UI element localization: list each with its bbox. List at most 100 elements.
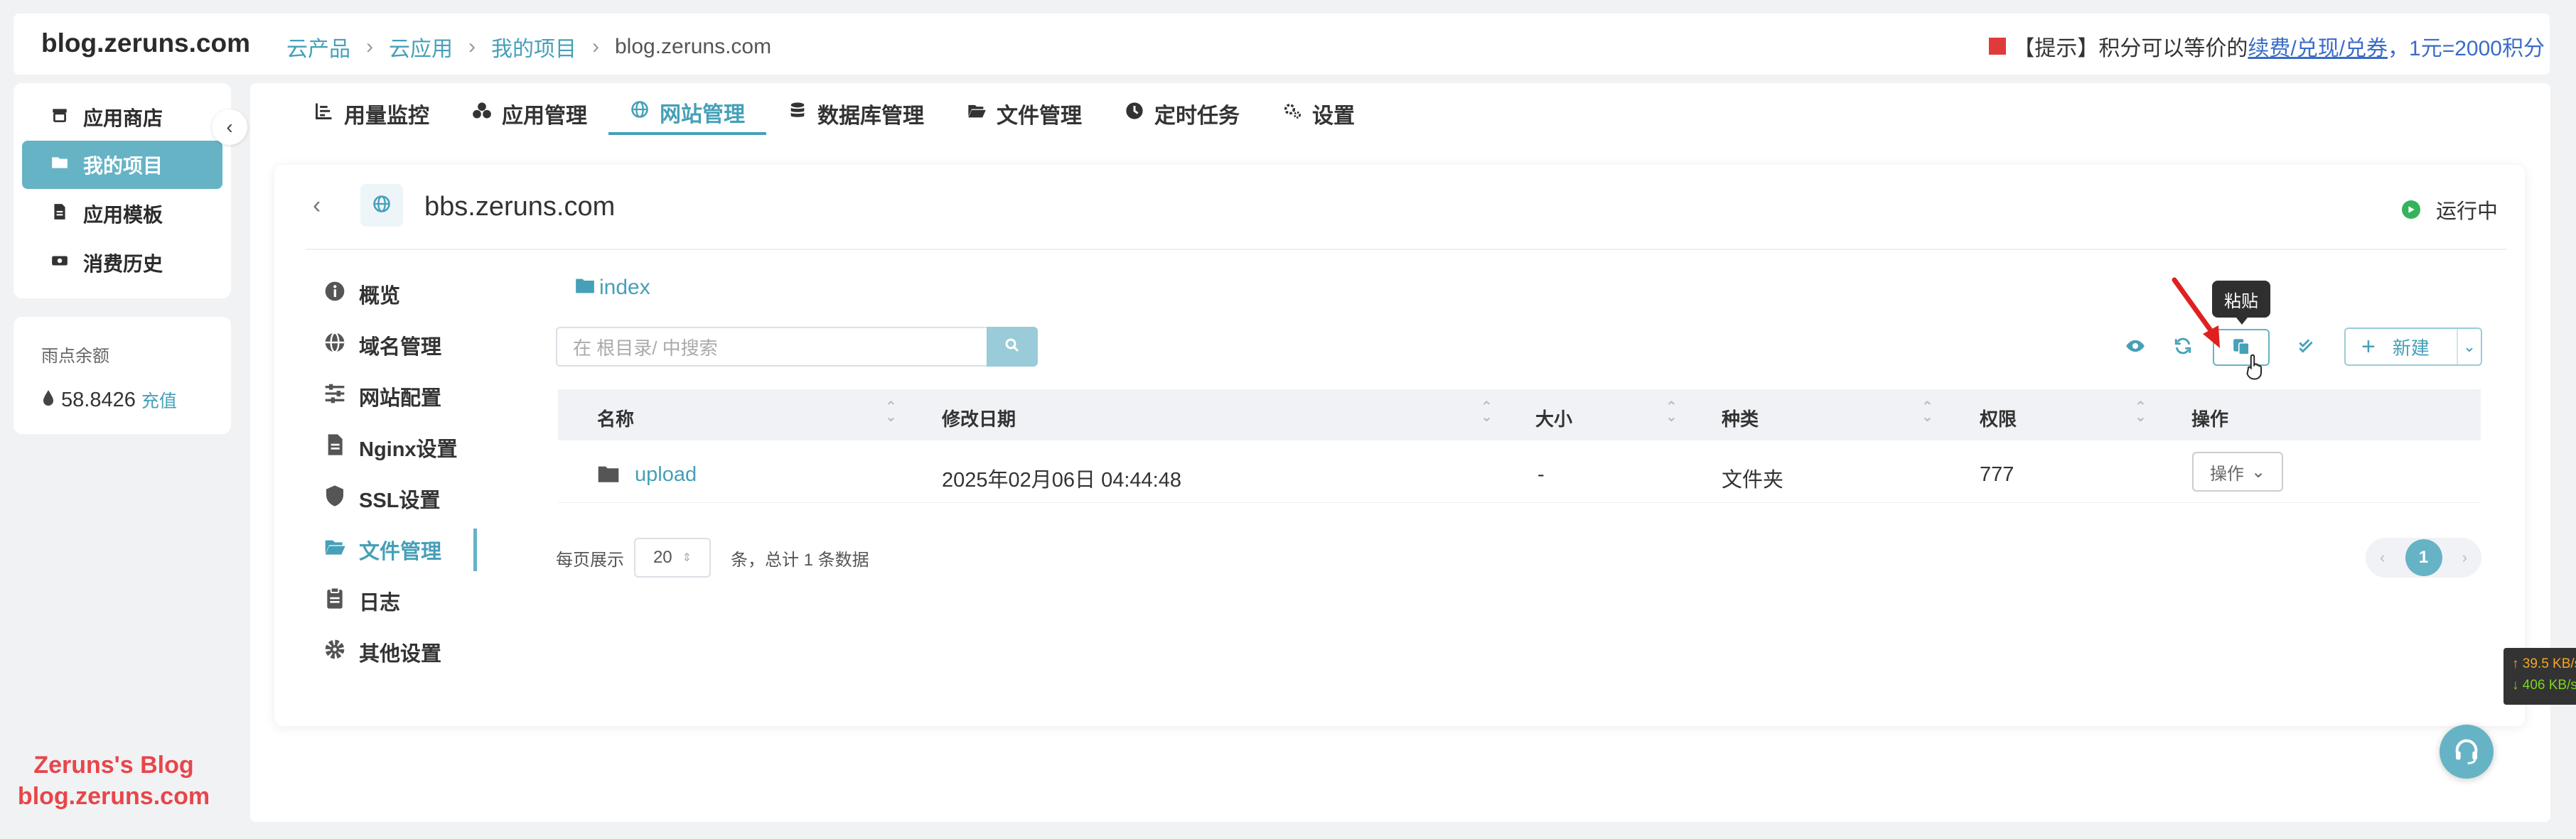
tab-apps[interactable]: 应用管理 [451, 92, 608, 135]
search-icon [1004, 337, 1021, 357]
sliders-icon [323, 382, 346, 411]
prev-page-button[interactable]: ‹ [2380, 548, 2385, 567]
chevron-right-icon: › [468, 35, 476, 58]
double-check-icon [2297, 337, 2315, 359]
breadcrumb-current: blog.zeruns.com [615, 35, 772, 58]
site-menu-domains[interactable]: 域名管理 [323, 330, 441, 360]
site-menu-overview[interactable]: 概览 [323, 279, 400, 309]
chevron-right-icon: › [592, 35, 599, 58]
recharge-link[interactable]: 充值 [141, 387, 177, 413]
site-menu-label: 日志 [359, 592, 401, 615]
tab-label: 设置 [1312, 104, 1355, 128]
site-name: bbs.zeruns.com [424, 192, 616, 222]
network-speed-widget: ↑ 39.5 KB/s ↓ 406 KB/s [2503, 648, 2576, 705]
sidebar-item-history[interactable]: 消费历史 [22, 239, 222, 287]
brand-title[interactable]: blog.zeruns.com [41, 28, 250, 58]
eye-icon [2125, 336, 2145, 359]
sidebar-item-templates[interactable]: 应用模板 [22, 190, 222, 238]
site-menu-label: Nginx设置 [359, 438, 458, 461]
site-menu-nginx[interactable]: Nginx设置 [323, 433, 458, 462]
sidebar-item-label: 消费历史 [83, 253, 163, 275]
new-button[interactable]: + 新建 ⌄ [2344, 328, 2482, 366]
sort-icon[interactable]: ⌃ ⌄ [1921, 400, 1933, 424]
file-name-link[interactable]: upload [635, 463, 697, 487]
headset-icon [2452, 736, 2481, 768]
balance-label: 雨点余额 [41, 347, 109, 366]
column-header[interactable]: 大小 [1535, 405, 1572, 431]
tab-files[interactable]: 文件管理 [945, 92, 1103, 135]
database-icon [788, 101, 807, 126]
collapse-sidebar-button[interactable]: ‹ [212, 109, 247, 145]
gear-icon [323, 638, 346, 666]
column-header[interactable]: 种类 [1722, 405, 1759, 431]
notice-link[interactable]: 续费/兑现/兑券 [2248, 31, 2388, 62]
column-header[interactable]: 权限 [1980, 405, 2017, 431]
tab-database[interactable]: 数据库管理 [766, 92, 945, 135]
breadcrumb-item[interactable]: 云产品 [286, 31, 350, 63]
play-icon [2401, 200, 2420, 219]
active-indicator [473, 529, 477, 571]
clipboard-icon [323, 587, 346, 615]
row-action-dropdown[interactable]: 操作 ⌄ [2192, 452, 2283, 492]
file-date: 2025年02月06日 04:44:48 [942, 469, 1181, 492]
support-button[interactable] [2440, 725, 2494, 779]
sidebar-item-label: 我的项目 [83, 155, 163, 177]
breadcrumb: 云产品 › 云应用 › 我的项目 › blog.zeruns.com [286, 31, 771, 63]
watermark-line: Zeruns's Blog [33, 752, 194, 779]
notice-prefix: 【提示】积分可以等价的 [2013, 37, 2248, 60]
total-text: 条，总计 1 条数据 [731, 550, 869, 570]
site-menu-files[interactable]: 文件管理 [323, 535, 441, 565]
current-page[interactable]: 1 [2405, 539, 2442, 576]
sort-icon[interactable]: ⌃ ⌄ [1665, 400, 1678, 424]
column-header[interactable]: 名称 [597, 405, 634, 431]
sidebar-item-store[interactable]: 应用商店 [22, 93, 222, 141]
info-icon [323, 280, 346, 308]
chevron-down-icon[interactable]: ⌄ [2457, 329, 2481, 364]
breadcrumb-item[interactable]: 云应用 [389, 31, 453, 63]
download-speed: ↓ 406 KB/s [2512, 678, 2576, 693]
page-size-select[interactable]: 20 ⇕ [634, 538, 711, 578]
file-size: - [1537, 463, 1545, 486]
tab-settings[interactable]: 设置 [1261, 92, 1376, 135]
site-menu-logs[interactable]: 日志 [323, 586, 400, 616]
next-page-button[interactable]: › [2462, 548, 2467, 567]
watermark: Zeruns's Blog blog.zeruns.com [14, 749, 213, 812]
search-input[interactable]: 在 根目录/ 中搜索 [556, 327, 989, 367]
sidebar: 应用商店 我的项目 应用模板 消费历史 [14, 83, 231, 298]
new-button-label: 新建 [2392, 337, 2430, 359]
cursor-hand-icon [2246, 353, 2268, 385]
folder-icon [597, 465, 620, 489]
upload-speed: ↑ 39.5 KB/s [2512, 656, 2576, 671]
sort-icon[interactable]: ⌃ ⌄ [1481, 400, 1493, 424]
breadcrumb-item[interactable]: 我的项目 [491, 31, 576, 63]
chevron-left-icon: ‹ [313, 192, 321, 219]
tab-websites[interactable]: 网站管理 [608, 92, 766, 135]
sort-icon[interactable]: ⌃ ⌄ [885, 400, 897, 424]
site-menu-label: SSL设置 [359, 489, 441, 512]
tab-cron[interactable]: 定时任务 [1103, 92, 1261, 135]
view-button[interactable] [2117, 329, 2154, 366]
tab-label: 应用管理 [502, 104, 587, 128]
site-menu-config[interactable]: 网站配置 [323, 381, 441, 411]
tab-label: 用量监控 [344, 104, 429, 128]
file-kind: 文件夹 [1722, 469, 1784, 492]
folder-path[interactable]: index [575, 276, 650, 300]
sidebar-item-my-projects[interactable]: 我的项目 [22, 141, 222, 189]
plus-icon: + [2361, 332, 2376, 360]
file-permission[interactable]: 777 [1980, 463, 2014, 487]
folder-path-text: index [599, 276, 650, 299]
column-header[interactable]: 修改日期 [942, 405, 1016, 431]
site-menu-ssl[interactable]: SSL设置 [323, 484, 440, 514]
search-button[interactable] [987, 327, 1038, 367]
site-status: 运行中 [2401, 195, 2498, 224]
globe-icon [323, 331, 346, 359]
site-menu-other[interactable]: 其他设置 [323, 637, 441, 667]
sort-icon[interactable]: ⌃ ⌄ [2135, 400, 2147, 424]
divider [306, 249, 2506, 250]
select-all-button[interactable] [2287, 329, 2324, 366]
globe-icon [630, 99, 650, 125]
notice-suffix: ，1元=2000积分 [2388, 37, 2545, 60]
tab-usage[interactable]: 用量监控 [293, 92, 451, 135]
back-button[interactable]: ‹ [313, 192, 321, 220]
watermark-line: blog.zeruns.com [17, 783, 210, 810]
